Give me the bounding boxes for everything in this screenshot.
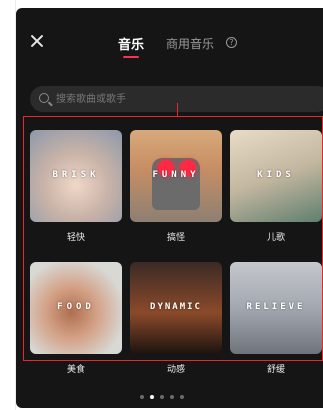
active-tab-indicator	[123, 56, 139, 58]
left-margin	[0, 0, 16, 410]
category-card-brisk[interactable]: BRISK 轻快	[30, 130, 122, 243]
category-overlay-text: FUNNY	[152, 170, 200, 180]
tab-music[interactable]: 音乐	[118, 34, 144, 53]
category-label: 儿歌	[266, 233, 285, 243]
category-label: 搞怪	[166, 233, 185, 243]
category-thumbnail: KIDS	[230, 130, 322, 222]
category-label: 美食	[66, 365, 85, 375]
category-thumbnail: RELIEVE	[230, 262, 322, 354]
category-overlay-text: BRISK	[52, 170, 100, 180]
search-icon	[39, 93, 49, 103]
category-thumbnail: BRISK	[30, 130, 122, 222]
help-icon[interactable]: ?	[226, 37, 237, 48]
category-thumbnail: FOOD	[30, 262, 122, 354]
category-thumbnail: FUNNY	[130, 130, 222, 222]
category-card-relieve[interactable]: RELIEVE 舒缓	[230, 262, 322, 375]
category-card-funny[interactable]: FUNNY 搞怪	[130, 130, 222, 243]
category-card-food[interactable]: FOOD 美食	[30, 262, 122, 375]
category-label: 舒缓	[266, 365, 285, 375]
page-indicator	[0, 384, 323, 403]
category-card-kids[interactable]: KIDS 儿歌	[230, 130, 322, 243]
page-dot[interactable]	[149, 395, 154, 399]
page-dot[interactable]	[159, 395, 164, 399]
category-overlay-text: FOOD	[57, 302, 95, 312]
category-overlay-text: RELIEVE	[246, 302, 306, 312]
category-card-dynamic[interactable]: DYNAMIC 动感	[130, 262, 222, 375]
page-dot[interactable]	[179, 395, 184, 399]
annotation-marker-line	[177, 103, 178, 117]
category-label: 动感	[166, 365, 185, 375]
music-panel: 音乐 商用音乐 ? BRISK 轻快 FUNNY 搞怪 KIDS 儿歌 FOOD	[16, 8, 323, 408]
category-overlay-text: KIDS	[257, 170, 295, 180]
category-overlay-text: DYNAMIC	[150, 302, 202, 312]
category-label: 轻快	[66, 233, 85, 243]
search-input[interactable]	[56, 90, 306, 108]
page-dot[interactable]	[169, 395, 174, 399]
category-thumbnail: DYNAMIC	[130, 262, 222, 354]
page-dot[interactable]	[139, 395, 144, 399]
tab-commercial-music[interactable]: 商用音乐	[166, 35, 214, 52]
close-icon[interactable]	[28, 32, 46, 50]
